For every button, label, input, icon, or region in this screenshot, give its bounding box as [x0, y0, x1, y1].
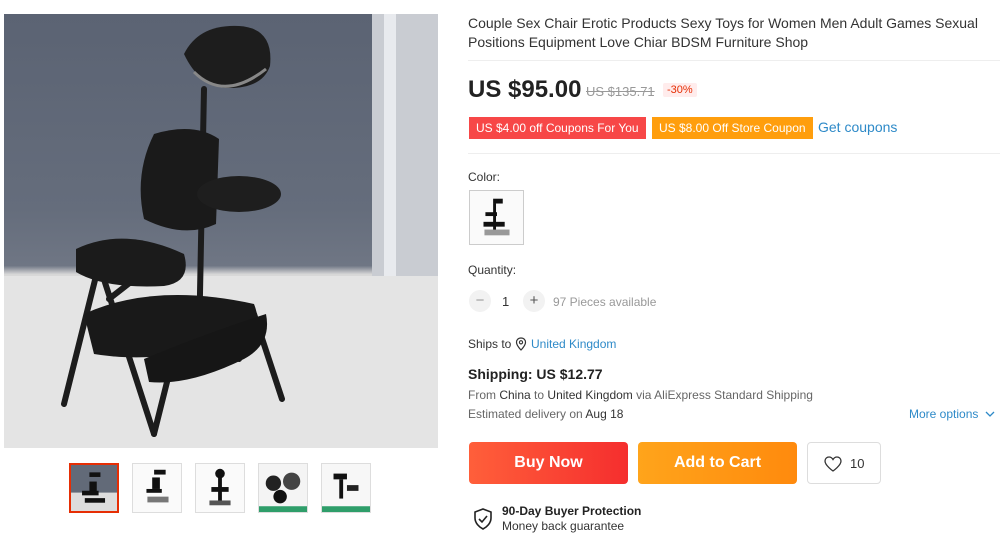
thumbnail-image [71, 465, 117, 511]
divider [468, 60, 1000, 61]
route-from-label: From [468, 388, 496, 402]
get-coupons-link[interactable]: Get coupons [818, 119, 897, 135]
thumbnail-5[interactable] [321, 463, 371, 513]
wishlist-button[interactable]: 10 [807, 442, 881, 484]
ships-to-country-link[interactable]: United Kingdom [531, 337, 616, 351]
original-price: US $135.71 [586, 84, 655, 99]
route-origin: China [499, 388, 531, 402]
quantity-value[interactable]: 1 [502, 294, 509, 309]
location-pin-icon [515, 337, 527, 351]
current-price: US $95.00 [468, 76, 582, 103]
quantity-increase-button[interactable]: + [523, 290, 545, 312]
color-option[interactable] [469, 190, 524, 245]
estimated-delivery: Estimated delivery on Aug 18 [468, 407, 623, 421]
thumbnail-image [259, 464, 307, 512]
buyer-protection-subtitle: Money back guarantee [502, 519, 625, 533]
wishlist-count: 10 [850, 456, 865, 471]
product-title: Couple Sex Chair Erotic Products Sexy To… [468, 15, 978, 50]
shipping-route: From China to United Kingdom via AliExpr… [468, 388, 813, 402]
thumbnail-image [322, 464, 370, 512]
ships-to-label: Ships to [468, 337, 512, 351]
thumbnail-image [133, 464, 181, 512]
color-label: Color: [468, 170, 501, 184]
color-option-image [483, 198, 510, 236]
buy-now-button[interactable]: Buy Now [469, 442, 628, 484]
divider [468, 153, 1000, 154]
delivery-date: Aug 18 [585, 407, 624, 421]
buyer-protection-title: 90-Day Buyer Protection [502, 504, 642, 518]
discount-badge: -30% [663, 83, 697, 97]
thumbnail-2[interactable] [132, 463, 182, 513]
store-coupon-button[interactable]: US $8.00 Off Store Coupon [652, 117, 813, 139]
thumbnail-image [196, 464, 244, 512]
more-options-label: More options [909, 407, 979, 421]
route-destination: United Kingdom [547, 388, 633, 402]
product-main-image[interactable] [4, 14, 438, 448]
shield-check-icon [474, 508, 492, 530]
route-to-label: to [534, 388, 545, 402]
quantity-available: 97 Pieces available [553, 295, 657, 309]
thumbnail-4[interactable] [258, 463, 308, 513]
more-options-link[interactable]: More options [909, 407, 995, 421]
thumbnail-3[interactable] [195, 463, 245, 513]
add-to-cart-button[interactable]: Add to Cart [638, 442, 797, 484]
route-method: via AliExpress Standard Shipping [636, 388, 813, 402]
chair-photo [4, 14, 438, 448]
quantity-decrease-button[interactable]: − [469, 290, 491, 312]
thumbnail-1[interactable] [69, 463, 119, 513]
coupon-for-you-button[interactable]: US $4.00 off Coupons For You [469, 117, 646, 139]
delivery-label: Estimated delivery on [468, 407, 583, 421]
quantity-label: Quantity: [468, 263, 517, 277]
chevron-down-icon [985, 411, 995, 417]
shipping-cost: Shipping: US $12.77 [468, 366, 603, 382]
heart-icon [824, 456, 842, 472]
